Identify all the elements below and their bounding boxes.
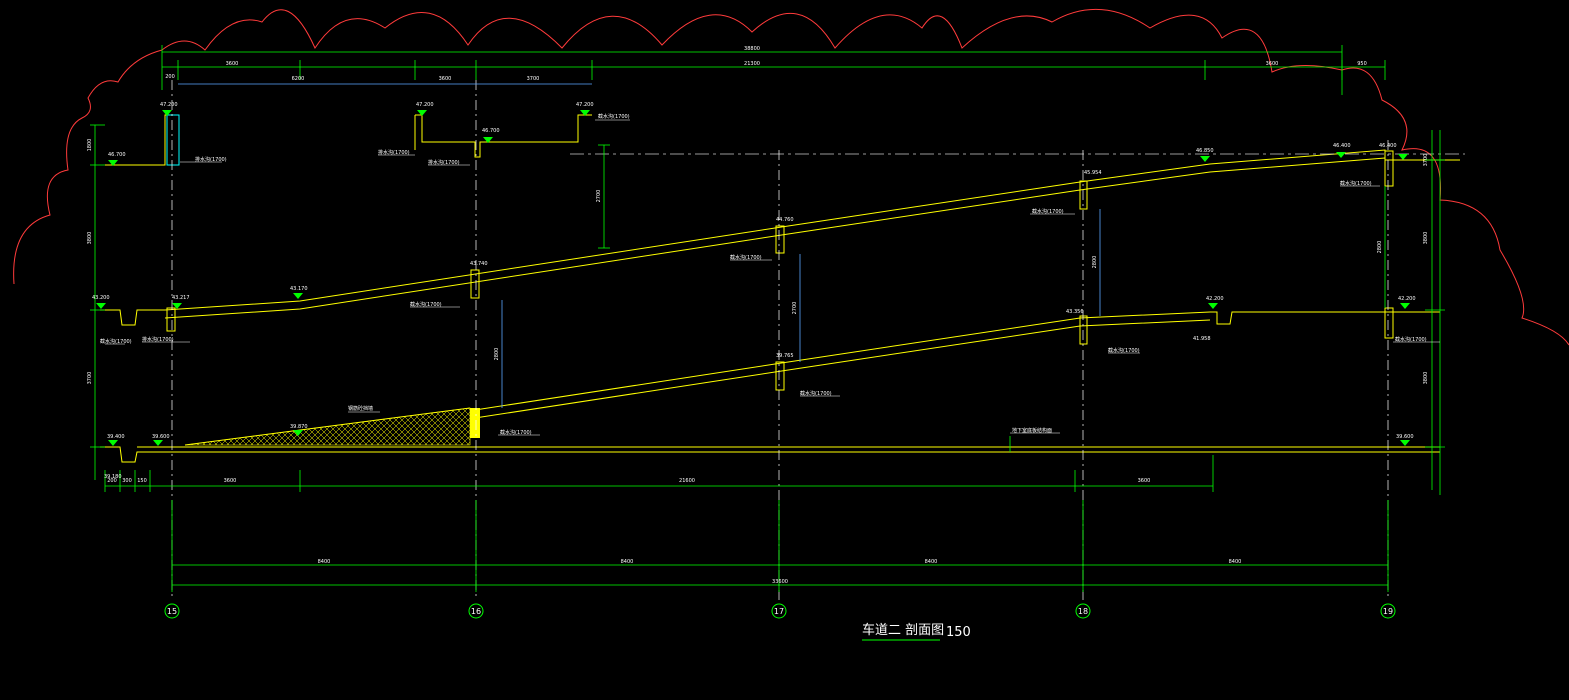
elevation-text: 46.700 bbox=[482, 128, 500, 134]
axis-label: 15 bbox=[167, 607, 177, 616]
elevation-text: 43.170 bbox=[290, 286, 308, 292]
annotation-leaders bbox=[105, 119, 1440, 436]
dimension-text: 3800 bbox=[1423, 372, 1429, 385]
axis-label: 18 bbox=[1078, 607, 1088, 616]
elevation-text: 47.200 bbox=[416, 102, 434, 108]
dimension-text: 2800 bbox=[494, 348, 500, 361]
annotation-text: 截水沟(1700) bbox=[1032, 208, 1064, 215]
annotation-text: 截水沟(1700) bbox=[1108, 347, 1140, 354]
dimension-text: 8400 bbox=[621, 559, 634, 565]
hatched-fill bbox=[184, 407, 471, 446]
dimension-text: 200 bbox=[107, 478, 117, 484]
annotation-text: 排水沟(1700) bbox=[378, 149, 410, 156]
elevation-text: 39.400 bbox=[107, 434, 125, 440]
dimension-text: 3700 bbox=[527, 76, 540, 82]
drawing-title: 车道二 剖面图 bbox=[862, 622, 944, 638]
dimension-text: 2700 bbox=[792, 302, 798, 315]
dimension-lines bbox=[90, 45, 1445, 592]
elevation-text: 39.600 bbox=[152, 434, 170, 440]
dimension-text: 3600 bbox=[224, 478, 237, 484]
elevation-text: 47.200 bbox=[576, 102, 594, 108]
annotation-text: 截水沟(1700) bbox=[598, 113, 630, 120]
elevation-text: 46.400 bbox=[1379, 143, 1397, 149]
annotation-text: 截水沟(1700) bbox=[1395, 336, 1427, 343]
elevation-text: 44.760 bbox=[776, 217, 794, 223]
dimension-text: 38800 bbox=[744, 46, 760, 52]
axis-label: 16 bbox=[471, 607, 481, 616]
dimension-text: 3700 bbox=[1423, 154, 1429, 167]
dimension-text: 200 bbox=[165, 74, 175, 80]
dimension-text: 150 bbox=[137, 478, 147, 484]
dimension-text: 3800 bbox=[87, 232, 93, 245]
revision-cloud bbox=[161, 8, 1569, 346]
elevation-text: 41.958 bbox=[1193, 336, 1211, 342]
annotation-labels: 排水沟(1700) 排水沟(1700) 排水沟(1700) 截水沟(1700) … bbox=[100, 113, 1427, 436]
dimension-text: 1800 bbox=[87, 139, 93, 152]
axis-label: 17 bbox=[774, 607, 784, 616]
axis-label: 19 bbox=[1383, 607, 1393, 616]
dimension-text: 2700 bbox=[596, 190, 602, 203]
annotation-text: 地下室底板结构面 bbox=[1012, 427, 1052, 434]
elevation-text: 43.740 bbox=[470, 261, 488, 267]
annotation-text: 排水沟(1700) bbox=[428, 159, 460, 166]
dimension-text: 300 bbox=[122, 478, 132, 484]
annotation-text: 排水沟(1700) bbox=[195, 156, 227, 163]
revision-cloud-left bbox=[13, 49, 163, 285]
drawing-scale: 150 bbox=[946, 625, 971, 640]
dimension-text: 21600 bbox=[679, 478, 695, 484]
retaining-wall bbox=[470, 408, 480, 438]
elevation-text: 39.600 bbox=[1396, 434, 1414, 440]
dimension-text: 21300 bbox=[744, 61, 760, 67]
elevation-text: 43.200 bbox=[92, 295, 110, 301]
elevation-markers bbox=[96, 110, 1410, 446]
dimension-text: 3600 bbox=[1266, 61, 1279, 67]
annotation-text: 排水沟(1700) bbox=[142, 336, 174, 343]
dimension-text: 3700 bbox=[87, 372, 93, 385]
elevation-text: 43.356 bbox=[1066, 309, 1084, 315]
dimension-text: 33600 bbox=[772, 579, 788, 585]
annotation-text: 截水沟(1700) bbox=[500, 429, 532, 436]
dimension-text: 950 bbox=[1357, 61, 1367, 67]
annotation-text: 截水沟(1700) bbox=[800, 390, 832, 397]
dimension-text: 3600 bbox=[1138, 478, 1151, 484]
dimension-text: 6200 bbox=[292, 76, 305, 82]
elevation-text: 39.870 bbox=[290, 424, 308, 430]
elevation-text: 46.400 bbox=[1333, 143, 1351, 149]
dimension-text: 3600 bbox=[439, 76, 452, 82]
elevation-text: 45.954 bbox=[1084, 170, 1102, 176]
dimension-text: 3600 bbox=[226, 61, 239, 67]
elevation-text: 46.700 bbox=[108, 152, 126, 158]
section-drawing: 15 16 17 18 19 47.200 47.200 47.200 46.7… bbox=[13, 8, 1569, 641]
annotation-text: 钢筋砼挡墙 bbox=[348, 405, 373, 412]
dimension-text: 8400 bbox=[318, 559, 331, 565]
elevation-labels: 47.200 47.200 47.200 46.700 46.700 46.85… bbox=[92, 102, 1416, 480]
elevation-text: 42.200 bbox=[1398, 296, 1416, 302]
annotation-text: 截水沟(1700) bbox=[1340, 180, 1372, 187]
dimension-text: 2800 bbox=[1377, 241, 1383, 254]
grid-axis-labels: 15 16 17 18 19 bbox=[167, 607, 1393, 616]
annotation-text: 截水沟(1700) bbox=[100, 338, 132, 345]
dimension-text: 8400 bbox=[1229, 559, 1242, 565]
dimension-text: 3800 bbox=[1423, 232, 1429, 245]
elevation-text: 39.765 bbox=[776, 353, 794, 359]
dimension-text: 2800 bbox=[1092, 256, 1098, 269]
elevation-text: 47.200 bbox=[160, 102, 178, 108]
annotation-text: 截水沟(1700) bbox=[730, 254, 762, 261]
dimension-texts: 38800 200 3600 6200 3600 3700 21300 3600… bbox=[87, 46, 1429, 585]
elevation-text: 42.200 bbox=[1206, 296, 1224, 302]
annotation-text: 截水沟(1700) bbox=[410, 301, 442, 308]
elevation-text: 43.217 bbox=[172, 295, 190, 301]
dimension-text: 8400 bbox=[925, 559, 938, 565]
elevation-text: 46.850 bbox=[1196, 148, 1214, 154]
